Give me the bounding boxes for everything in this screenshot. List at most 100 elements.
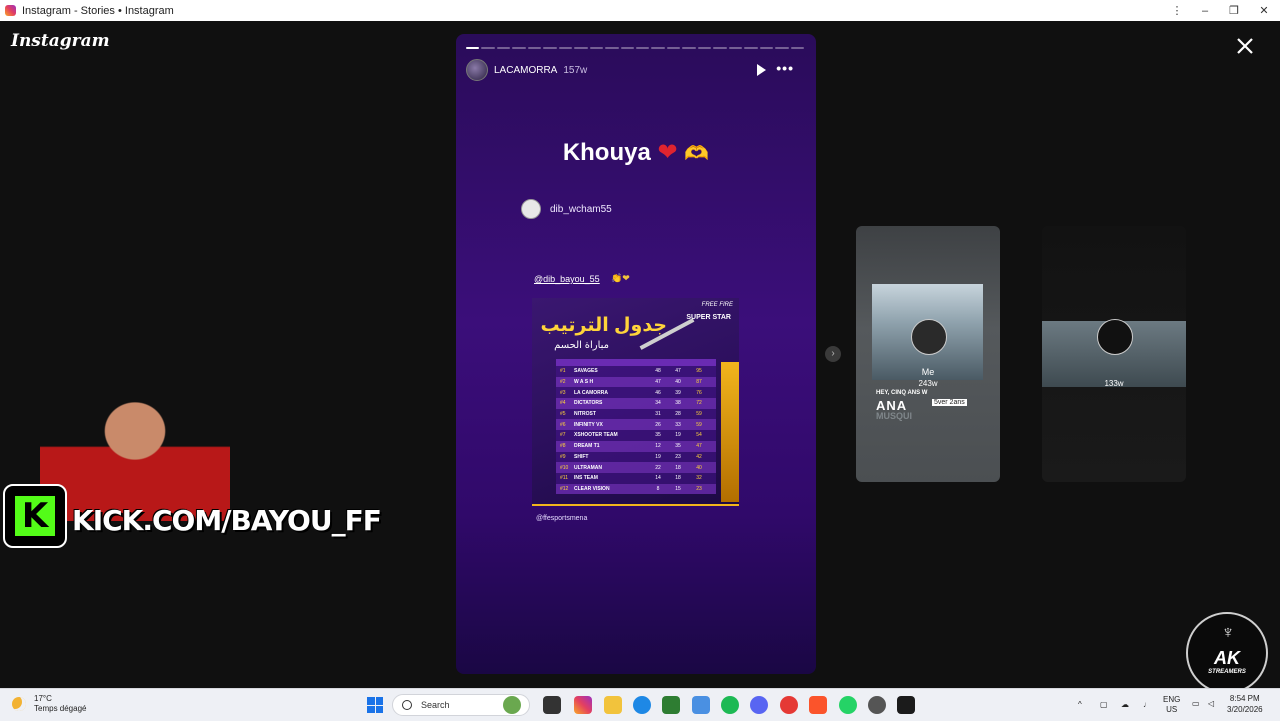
- active-story[interactable]: LACAMORRA 157w ••• Khouya ❤ 🫶 dib_wcham5…: [456, 34, 816, 674]
- brave-icon[interactable]: [809, 696, 827, 714]
- window-menu-button[interactable]: ⋮: [1163, 0, 1191, 21]
- table-cell: 72: [696, 400, 702, 407]
- instagram-app-icon: [5, 5, 16, 16]
- eagle-icon: ♆: [1221, 622, 1235, 642]
- app-icon[interactable]: [692, 696, 710, 714]
- weather-widget[interactable]: 17°C Temps dégagé: [12, 694, 86, 714]
- terminal-icon[interactable]: [897, 696, 915, 714]
- progress-segment: [790, 47, 804, 49]
- gold-band: [721, 362, 739, 502]
- table-cell: #9: [560, 453, 566, 460]
- close-icon[interactable]: [1234, 35, 1256, 57]
- app-icon[interactable]: [868, 696, 886, 714]
- table-cell: 35: [655, 432, 661, 439]
- language-indicator[interactable]: ENG US: [1163, 695, 1180, 715]
- table-cell: 18: [675, 475, 681, 482]
- whatsapp-icon[interactable]: [839, 696, 857, 714]
- region-code: US: [1166, 705, 1178, 714]
- chrome-icon[interactable]: [780, 696, 798, 714]
- mic-icon[interactable]: ♩: [1143, 700, 1151, 709]
- play-icon[interactable]: [757, 64, 766, 76]
- ak-streamers-logo: ♆ AK STREAMERS: [1186, 612, 1268, 694]
- table-cell: DICTATORS: [574, 400, 603, 407]
- instagram-logo[interactable]: Instagram: [11, 31, 110, 51]
- more-options-icon[interactable]: •••: [776, 60, 794, 76]
- table-cell: 47: [696, 443, 702, 450]
- progress-segment: [635, 47, 650, 49]
- table-row: #5 NITROST 31 28 59: [556, 408, 716, 420]
- progress-segment: [543, 47, 557, 49]
- table-cell: DREAM T1: [574, 443, 600, 450]
- progress-segment: [527, 47, 542, 49]
- edge-icon[interactable]: [633, 696, 651, 714]
- table-cell: 28: [675, 411, 681, 418]
- reposted-from[interactable]: dib_wcham55: [521, 199, 751, 219]
- table-cell: 54: [696, 432, 702, 439]
- table-cell: #4: [560, 400, 566, 407]
- stories-viewer: Instagram LACAMORRA 157w ••• Khouya ❤ 🫶 …: [0, 21, 1280, 688]
- avatar[interactable]: [466, 59, 488, 81]
- progress-segment: [574, 47, 588, 49]
- widget-icon[interactable]: [503, 696, 521, 714]
- next-story-preview[interactable]: Me 243w HEY, CINQ ANS W ANA MUSQUI 5ver …: [856, 226, 1000, 482]
- table-row: #4 DICTATORS 34 38 72: [556, 398, 716, 409]
- table-cell: LA CAMORRA: [574, 389, 608, 396]
- table-cell: NITROST: [574, 411, 596, 418]
- table-cell: ULTRAMAN: [574, 464, 602, 471]
- table-cell: 47: [675, 368, 681, 375]
- minimize-button[interactable]: –: [1191, 0, 1219, 21]
- store-icon[interactable]: [662, 696, 680, 714]
- super-star-badge: SUPER STAR: [686, 314, 731, 321]
- table-cell: 8: [656, 485, 660, 492]
- file-explorer-icon[interactable]: [604, 696, 622, 714]
- spotify-icon[interactable]: [721, 696, 739, 714]
- progress-segment: [713, 47, 727, 49]
- next-story-arrow[interactable]: ›: [825, 346, 841, 362]
- story-header: LACAMORRA 157w •••: [466, 58, 806, 82]
- table-cell: 48: [655, 368, 661, 375]
- table-cell: 19: [675, 432, 681, 439]
- network-icon[interactable]: ▭: [1192, 699, 1200, 708]
- chevron-up-icon[interactable]: ^: [1078, 700, 1082, 709]
- table-cell: 59: [696, 411, 702, 418]
- story-progress-bar: [466, 47, 804, 49]
- ak-text: AK: [1214, 648, 1240, 668]
- system-clock[interactable]: 8:54 PM 3/20/2026: [1227, 693, 1263, 715]
- table-cell: 22: [655, 464, 661, 471]
- table-row: #7 XSHOOTER TEAM 35 19 54: [556, 430, 716, 441]
- table-cell: 42: [696, 453, 702, 460]
- table-cell: #5: [560, 411, 566, 418]
- poster-subtitle: مباراة الحسم: [554, 340, 609, 351]
- instagram-taskbar-icon[interactable]: [574, 696, 592, 714]
- story-username[interactable]: LACAMORRA: [494, 65, 557, 76]
- cloud-icon[interactable]: ☁: [1121, 700, 1129, 709]
- preview-text: HEY, CINQ ANS W: [876, 390, 928, 396]
- windows-taskbar: 17°C Temps dégagé Search ^ ▢ ☁ ♩ ENG US …: [0, 688, 1280, 721]
- next-story-preview[interactable]: 133w: [1042, 226, 1186, 482]
- search-icon: [402, 700, 412, 710]
- ak-subtext: STREAMERS: [1208, 669, 1246, 675]
- heart-icon: ❤: [657, 139, 678, 166]
- mention-sticker[interactable]: @dib_bayou_55: [534, 274, 600, 284]
- preview-age: 133w: [1104, 379, 1124, 388]
- table-cell: #12: [560, 485, 569, 492]
- discord-icon[interactable]: [750, 696, 768, 714]
- window-close-button[interactable]: ✕: [1250, 0, 1278, 21]
- avatar: [1097, 319, 1133, 355]
- volume-icon[interactable]: ◁: [1208, 699, 1214, 708]
- tray-icon[interactable]: ▢: [1100, 700, 1108, 709]
- repost-username: dib_wcham55: [550, 203, 612, 215]
- avatar: [521, 199, 541, 219]
- kick-channel-url: KICK.COM/BAYOU_FF: [72, 504, 382, 537]
- kick-icon: K: [15, 496, 55, 536]
- window-title: Instagram - Stories • Instagram: [22, 4, 174, 17]
- table-cell: 34: [655, 400, 661, 407]
- table-cell: 15: [675, 485, 681, 492]
- windows-start-icon[interactable]: [367, 697, 383, 713]
- table-cell: 46: [655, 389, 661, 396]
- task-view-icon[interactable]: [543, 696, 561, 714]
- table-row: #6 INFINITY VX 26 33 59: [556, 419, 716, 431]
- maximize-button[interactable]: ❐: [1220, 0, 1248, 21]
- free-fire-logo: FREE FIRE: [701, 302, 733, 308]
- poster-title: جدول الترتيب: [540, 315, 667, 336]
